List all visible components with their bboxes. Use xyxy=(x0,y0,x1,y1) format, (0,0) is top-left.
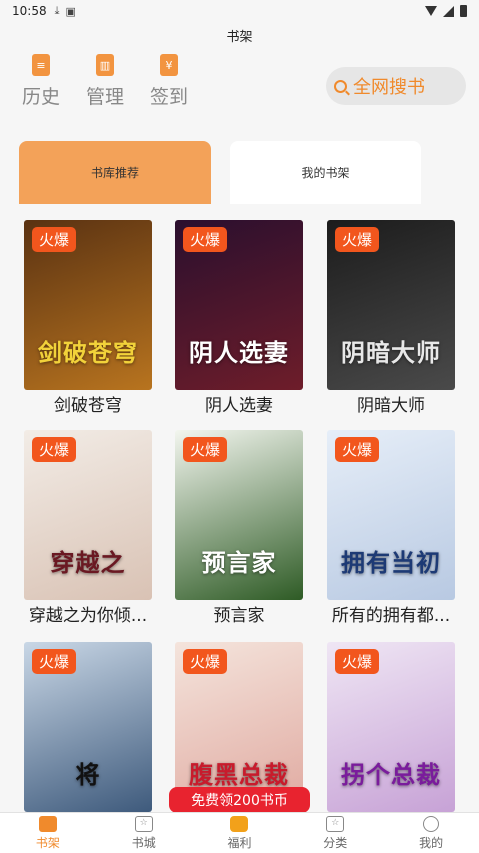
book-item[interactable]: 将 火爆 xyxy=(24,642,164,812)
book-title: 穿越之为你倾... xyxy=(28,606,148,626)
book-title: 阴人选妻 xyxy=(205,396,273,416)
store-icon: ☆ xyxy=(134,815,153,832)
book-title: 剑破苍穹 xyxy=(54,396,122,416)
cover-title-text: 腹黑总裁 xyxy=(189,760,289,789)
checkin-button[interactable]: ¥ 签到 xyxy=(146,54,192,109)
book-item[interactable]: 阴人选妻 火爆阴人选妻 xyxy=(175,220,315,416)
nav-bookshelf-label: 书架 xyxy=(35,835,60,850)
nav-welfare[interactable]: 福利 xyxy=(192,813,288,853)
battery-icon xyxy=(460,5,467,17)
notification-icon: ▣ xyxy=(65,4,76,18)
nav-category-label: 分类 xyxy=(323,835,348,850)
status-time: 10:58 xyxy=(12,4,47,18)
tab-library-recommend[interactable]: 书库推荐 xyxy=(19,141,211,204)
cover-title-text: 阴人选妻 xyxy=(189,338,289,367)
profile-icon xyxy=(423,815,440,832)
free-coins-promo-button[interactable]: 免费领200书币 xyxy=(169,787,310,813)
nav-welfare-label: 福利 xyxy=(227,835,252,850)
book-cover: 预言家 火爆 xyxy=(175,430,303,600)
book-item[interactable]: 拥有当初 火爆所有的拥有都... xyxy=(327,430,467,626)
welfare-icon xyxy=(230,815,249,832)
cover-title-text: 剑破苍穹 xyxy=(38,338,138,367)
category-icon: ☆ xyxy=(326,815,345,832)
book-item[interactable]: 穿越之 火爆穿越之为你倾... xyxy=(24,430,164,626)
hot-badge: 火爆 xyxy=(335,437,380,462)
book-title: 阴暗大师 xyxy=(357,396,425,416)
nav-store-label: 书城 xyxy=(131,835,156,850)
nav-profile-label: 我的 xyxy=(419,835,444,850)
book-title: 预言家 xyxy=(213,606,265,626)
trash-icon: ▥ xyxy=(96,54,114,76)
manage-label: 管理 xyxy=(85,86,124,108)
nav-store[interactable]: ☆ 书城 xyxy=(96,813,192,853)
hot-badge: 火爆 xyxy=(183,649,228,674)
book-item[interactable]: 拐个总裁 火爆 xyxy=(327,642,467,812)
search-icon xyxy=(334,79,347,93)
hot-badge: 火爆 xyxy=(183,437,228,462)
book-item[interactable]: 阴暗大师 火爆阴暗大师 xyxy=(327,220,467,416)
cover-title-text: 将 xyxy=(75,760,101,789)
wifi-icon xyxy=(425,6,437,16)
book-cover: 穿越之 火爆 xyxy=(24,430,152,600)
book-cover: 拥有当初 火爆 xyxy=(327,430,455,600)
signal-icon xyxy=(443,5,454,17)
manage-button[interactable]: ▥ 管理 xyxy=(82,54,128,109)
cover-title-text: 阴暗大师 xyxy=(341,338,441,367)
cover-title-text: 拥有当初 xyxy=(341,548,441,577)
book-cover: 阴人选妻 火爆 xyxy=(175,220,303,390)
book-cover: 拐个总裁 火爆 xyxy=(327,642,455,812)
hot-badge: 火爆 xyxy=(32,437,77,462)
quick-actions: ≡ 历史 ▥ 管理 ¥ 签到 xyxy=(18,54,192,109)
cover-title-text: 拐个总裁 xyxy=(341,760,441,789)
search-all-button[interactable]: 全网搜书 xyxy=(326,67,466,105)
tab-my-bookshelf[interactable]: 我的书架 xyxy=(230,141,421,204)
history-button[interactable]: ≡ 历史 xyxy=(18,54,64,109)
nav-category[interactable]: ☆ 分类 xyxy=(287,813,383,853)
book-cover: 阴暗大师 火爆 xyxy=(327,220,455,390)
book-item[interactable]: 预言家 火爆预言家 xyxy=(175,430,315,626)
hot-badge: 火爆 xyxy=(32,227,77,252)
document-icon: ≡ xyxy=(32,54,50,76)
book-item[interactable]: 剑破苍穹 火爆剑破苍穹 xyxy=(24,220,164,416)
checkin-label: 签到 xyxy=(149,86,188,108)
download-icon: ⤓ xyxy=(54,4,60,17)
hot-badge: 火爆 xyxy=(335,649,380,674)
checkin-icon: ¥ xyxy=(160,54,178,76)
hot-badge: 火爆 xyxy=(183,227,228,252)
cover-title-text: 预言家 xyxy=(201,548,277,577)
status-bar: 10:58 ⤓ ▣ xyxy=(0,0,479,22)
nav-bookshelf[interactable]: 书架 xyxy=(0,813,96,853)
hot-badge: 火爆 xyxy=(335,227,380,252)
history-label: 历史 xyxy=(21,86,60,108)
hot-badge: 火爆 xyxy=(32,649,77,674)
book-title: 所有的拥有都... xyxy=(331,606,451,626)
cover-title-text: 穿越之 xyxy=(50,548,126,577)
search-label: 全网搜书 xyxy=(353,77,425,98)
bottom-nav: 书架 ☆ 书城 福利 ☆ 分类 我的 xyxy=(0,812,479,853)
page-title: 书架 xyxy=(226,30,253,45)
book-cover: 剑破苍穹 火爆 xyxy=(24,220,152,390)
book-cover: 将 火爆 xyxy=(24,642,152,812)
bookshelf-icon xyxy=(38,815,57,832)
nav-profile[interactable]: 我的 xyxy=(383,813,479,853)
